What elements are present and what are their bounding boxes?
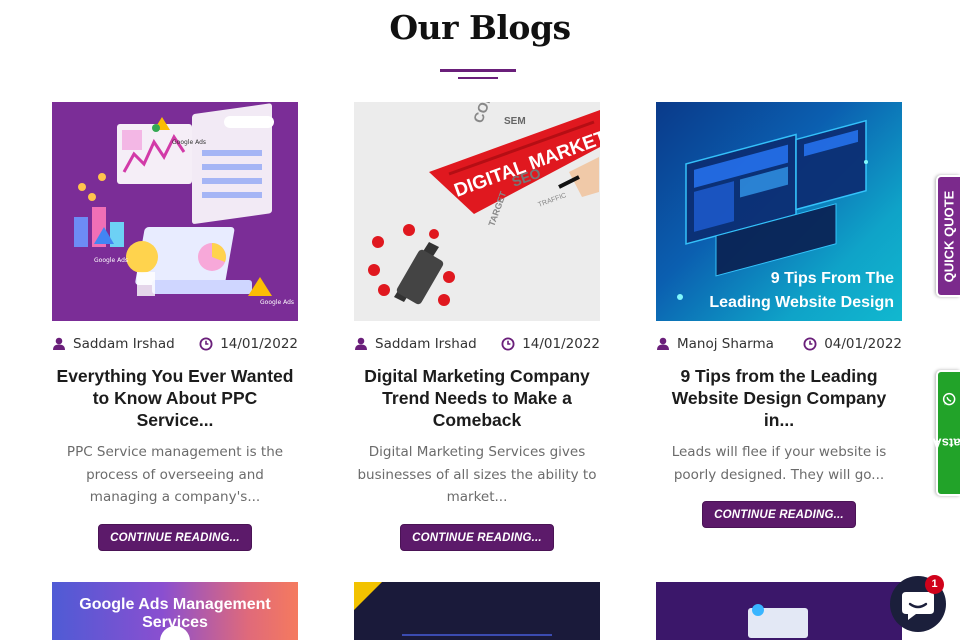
image-label: 9 Tips From The xyxy=(771,270,894,287)
blog-card: 9 Tips From The Leading Website Design M… xyxy=(656,102,902,528)
blog-image-ppc[interactable]: Google Ads Google Ads Google Ads xyxy=(52,102,298,321)
user-icon xyxy=(355,337,367,350)
user-icon xyxy=(657,337,669,350)
section-title: Our Blogs xyxy=(389,8,571,47)
post-author: Manoj Sharma xyxy=(677,336,774,352)
post-meta: Saddam Irshad 14/01/2022 xyxy=(52,333,298,355)
user-icon xyxy=(53,337,65,350)
blog-image-google-ads[interactable]: Google Ads Management Services xyxy=(52,582,298,640)
post-title[interactable]: Digital Marketing Company Trend Needs to… xyxy=(354,365,600,431)
blog-image-website-design[interactable]: 9 Tips From The Leading Website Design xyxy=(656,102,902,321)
post-meta: Manoj Sharma 04/01/2022 xyxy=(656,333,902,355)
clock-icon xyxy=(501,337,515,351)
post-excerpt: PPC Service management is the process of… xyxy=(66,444,284,505)
continue-reading-button[interactable]: CONTINUE READING... xyxy=(702,501,856,528)
post-meta: Saddam Irshad 14/01/2022 xyxy=(354,333,600,355)
image-label: Google Ads xyxy=(260,299,294,306)
post-author: Saddam Irshad xyxy=(375,336,477,352)
clock-icon xyxy=(199,337,213,351)
blog-image[interactable] xyxy=(656,582,902,640)
clock-icon xyxy=(803,337,817,351)
blog-card: Google Ads Google Ads Google Ads Saddam … xyxy=(52,102,298,551)
continue-reading-button[interactable]: CONTINUE READING... xyxy=(400,523,554,551)
image-label: Google Ads xyxy=(94,257,128,264)
whatsapp-tab[interactable]: WhatsApp xyxy=(917,370,960,496)
quick-quote-label: QUICK QUOTE xyxy=(941,190,957,282)
chat-notification-badge: 1 xyxy=(925,575,944,594)
continue-reading-button[interactable]: CONTINUE READING... xyxy=(98,523,252,551)
image-label: Leading Website Design xyxy=(709,294,894,311)
post-date: 04/01/2022 xyxy=(824,336,902,352)
post-excerpt: Digital Marketing Services gives busines… xyxy=(357,444,597,505)
image-label: Google Ads xyxy=(172,139,206,146)
blog-image-digital-marketing[interactable]: DIGITAL MARKETING CONTENT SEM SEO TARGET… xyxy=(354,102,600,321)
image-label: CONTENT xyxy=(470,102,508,125)
post-excerpt: Leads will flee if your website is poorl… xyxy=(671,444,887,483)
post-title[interactable]: Everything You Ever Wanted to Know About… xyxy=(52,365,298,431)
image-label: SEM xyxy=(504,116,526,127)
post-title[interactable]: 9 Tips from the Leading Website Design C… xyxy=(656,365,902,431)
post-date: 14/01/2022 xyxy=(220,336,298,352)
post-date: 14/01/2022 xyxy=(522,336,600,352)
quick-quote-tab[interactable]: QUICK QUOTE xyxy=(936,175,960,297)
whatsapp-icon xyxy=(942,392,956,405)
post-author: Saddam Irshad xyxy=(73,336,175,352)
blog-image[interactable] xyxy=(354,582,600,640)
blog-card: DIGITAL MARKETING CONTENT SEM SEO TARGET… xyxy=(354,102,600,551)
whatsapp-label: WhatsApp xyxy=(916,435,960,450)
title-divider xyxy=(440,69,516,79)
image-label: TRAFFIC xyxy=(537,192,567,209)
